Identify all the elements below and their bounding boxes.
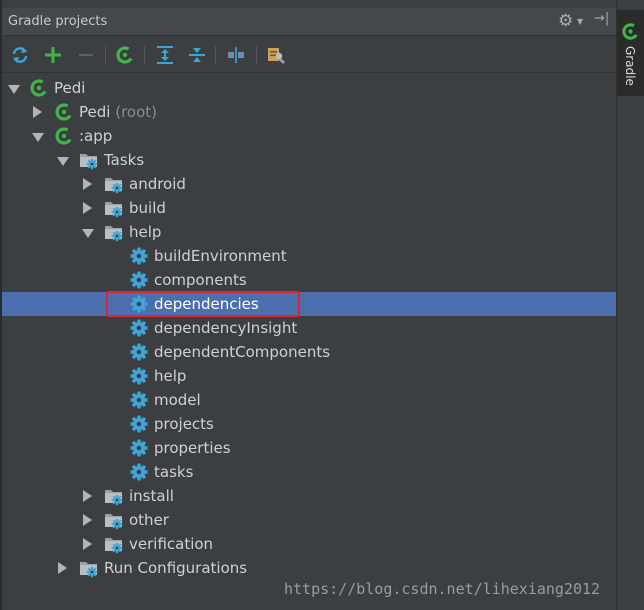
task-label: dependencyInsight: [154, 319, 298, 337]
task-item[interactable]: dependencyInsight: [2, 316, 616, 340]
gradle-project-icon: [29, 78, 49, 98]
tree-node-label: Pedi: [54, 79, 86, 97]
task-gear-icon: [129, 246, 149, 266]
task-gear-icon: [129, 366, 149, 386]
task-item[interactable]: properties: [2, 436, 616, 460]
toolbar-separator: [256, 46, 257, 64]
tree-node-android[interactable]: android: [2, 172, 616, 196]
toolbar-separator: [105, 46, 106, 64]
toolbar: [2, 37, 616, 73]
task-item[interactable]: tasks: [2, 460, 616, 484]
chevron-down-icon[interactable]: [8, 85, 20, 94]
chevron-right-icon[interactable]: [83, 178, 92, 190]
task-label: tasks: [154, 463, 194, 481]
chevron-down-icon[interactable]: [57, 157, 69, 166]
task-folder-icon: [104, 486, 124, 506]
task-item-selected[interactable]: dependencies: [2, 292, 616, 316]
chevron-right-icon[interactable]: [83, 538, 92, 550]
tree-node-help[interactable]: help: [2, 220, 616, 244]
gradle-project-icon: [54, 126, 74, 146]
remove-icon[interactable]: [74, 43, 98, 67]
task-item[interactable]: model: [2, 388, 616, 412]
task-folder-icon: [104, 534, 124, 554]
root-suffix: (root): [115, 103, 157, 121]
tree-node-pedi[interactable]: Pedi: [2, 76, 616, 100]
link-icon[interactable]: [224, 43, 248, 67]
tree-node-pedi-root[interactable]: Pedi (root): [2, 100, 616, 124]
task-item[interactable]: buildEnvironment: [2, 244, 616, 268]
task-item[interactable]: components: [2, 268, 616, 292]
tree-node-label: Run Configurations: [104, 559, 248, 577]
chevron-right-icon[interactable]: [83, 202, 92, 214]
tree-node-tasks[interactable]: Tasks: [2, 148, 616, 172]
task-gear-icon: [129, 342, 149, 362]
tree-node-label: other: [129, 511, 169, 529]
gear-icon[interactable]: ⚙: [558, 11, 573, 31]
refresh-icon[interactable]: [8, 43, 32, 67]
tree-node-label: verification: [129, 535, 214, 553]
hide-panel-icon[interactable]: →|: [594, 11, 609, 26]
task-label: dependentComponents: [154, 343, 331, 361]
settings-wrench-icon[interactable]: [265, 43, 289, 67]
gradle-icon: [621, 22, 640, 41]
task-folder-icon: [79, 150, 99, 170]
chevron-right-icon[interactable]: [83, 490, 92, 502]
annotation-highlight-box: [106, 291, 300, 317]
chevron-right-icon[interactable]: [58, 562, 67, 574]
gradle-stripe-tab[interactable]: Gradle: [617, 10, 644, 96]
tree-node-run-configurations[interactable]: Run Configurations: [2, 556, 616, 580]
task-folder-icon: [104, 222, 124, 242]
task-folder-icon: [104, 174, 124, 194]
panel-title: Gradle projects: [8, 14, 108, 29]
chevron-down-icon[interactable]: [32, 133, 44, 142]
collapse-all-icon[interactable]: [185, 43, 209, 67]
tree-node-label: Tasks: [104, 151, 145, 169]
tool-window-header: Gradle projects ⚙ ▼ →|: [2, 8, 616, 36]
task-label: model: [154, 391, 201, 409]
task-item[interactable]: help: [2, 364, 616, 388]
task-folder-icon: [104, 198, 124, 218]
toolbar-separator: [215, 46, 216, 64]
task-gear-icon: [129, 462, 149, 482]
task-item[interactable]: dependentComponents: [2, 340, 616, 364]
chevron-right-icon[interactable]: [33, 106, 42, 118]
watermark-text: https://blog.csdn.net/lihexiang2012: [284, 580, 601, 598]
tree-node-build[interactable]: build: [2, 196, 616, 220]
chevron-down-icon[interactable]: ▼: [577, 17, 583, 26]
tree-node-label: Pedi: [79, 103, 111, 121]
chevron-down-icon[interactable]: [82, 229, 94, 238]
tree-node-label: help: [129, 223, 162, 241]
chevron-right-icon[interactable]: [83, 514, 92, 526]
right-tool-stripe: Gradle: [616, 0, 644, 610]
toolbar-separator: [144, 46, 145, 64]
tree-node-other[interactable]: other: [2, 508, 616, 532]
tree-node-label: android: [129, 175, 186, 193]
gradle-project-tree: Pedi Pedi (root) :app Tasks android buil…: [2, 74, 616, 610]
task-gear-icon: [129, 270, 149, 290]
expand-all-icon[interactable]: [153, 43, 177, 67]
tree-node-app[interactable]: :app: [2, 124, 616, 148]
tree-node-label: :app: [79, 127, 113, 145]
task-gear-icon: [129, 318, 149, 338]
tree-node-verification[interactable]: verification: [2, 532, 616, 556]
task-label: buildEnvironment: [154, 247, 287, 265]
task-label: properties: [154, 439, 231, 457]
tree-node-label: install: [129, 487, 174, 505]
add-icon[interactable]: [41, 43, 65, 67]
gradle-execute-icon[interactable]: [113, 43, 137, 67]
task-gear-icon: [129, 438, 149, 458]
gradle-stripe-label: Gradle: [623, 46, 637, 86]
task-folder-icon: [79, 558, 99, 578]
task-item[interactable]: projects: [2, 412, 616, 436]
tree-node-label: build: [129, 199, 166, 217]
gradle-project-icon: [54, 102, 74, 122]
task-folder-icon: [104, 510, 124, 530]
task-gear-icon: [129, 414, 149, 434]
task-gear-icon: [129, 390, 149, 410]
tree-node-install[interactable]: install: [2, 484, 616, 508]
task-label: projects: [154, 415, 214, 433]
task-label: help: [154, 367, 187, 385]
task-label: components: [154, 271, 247, 289]
